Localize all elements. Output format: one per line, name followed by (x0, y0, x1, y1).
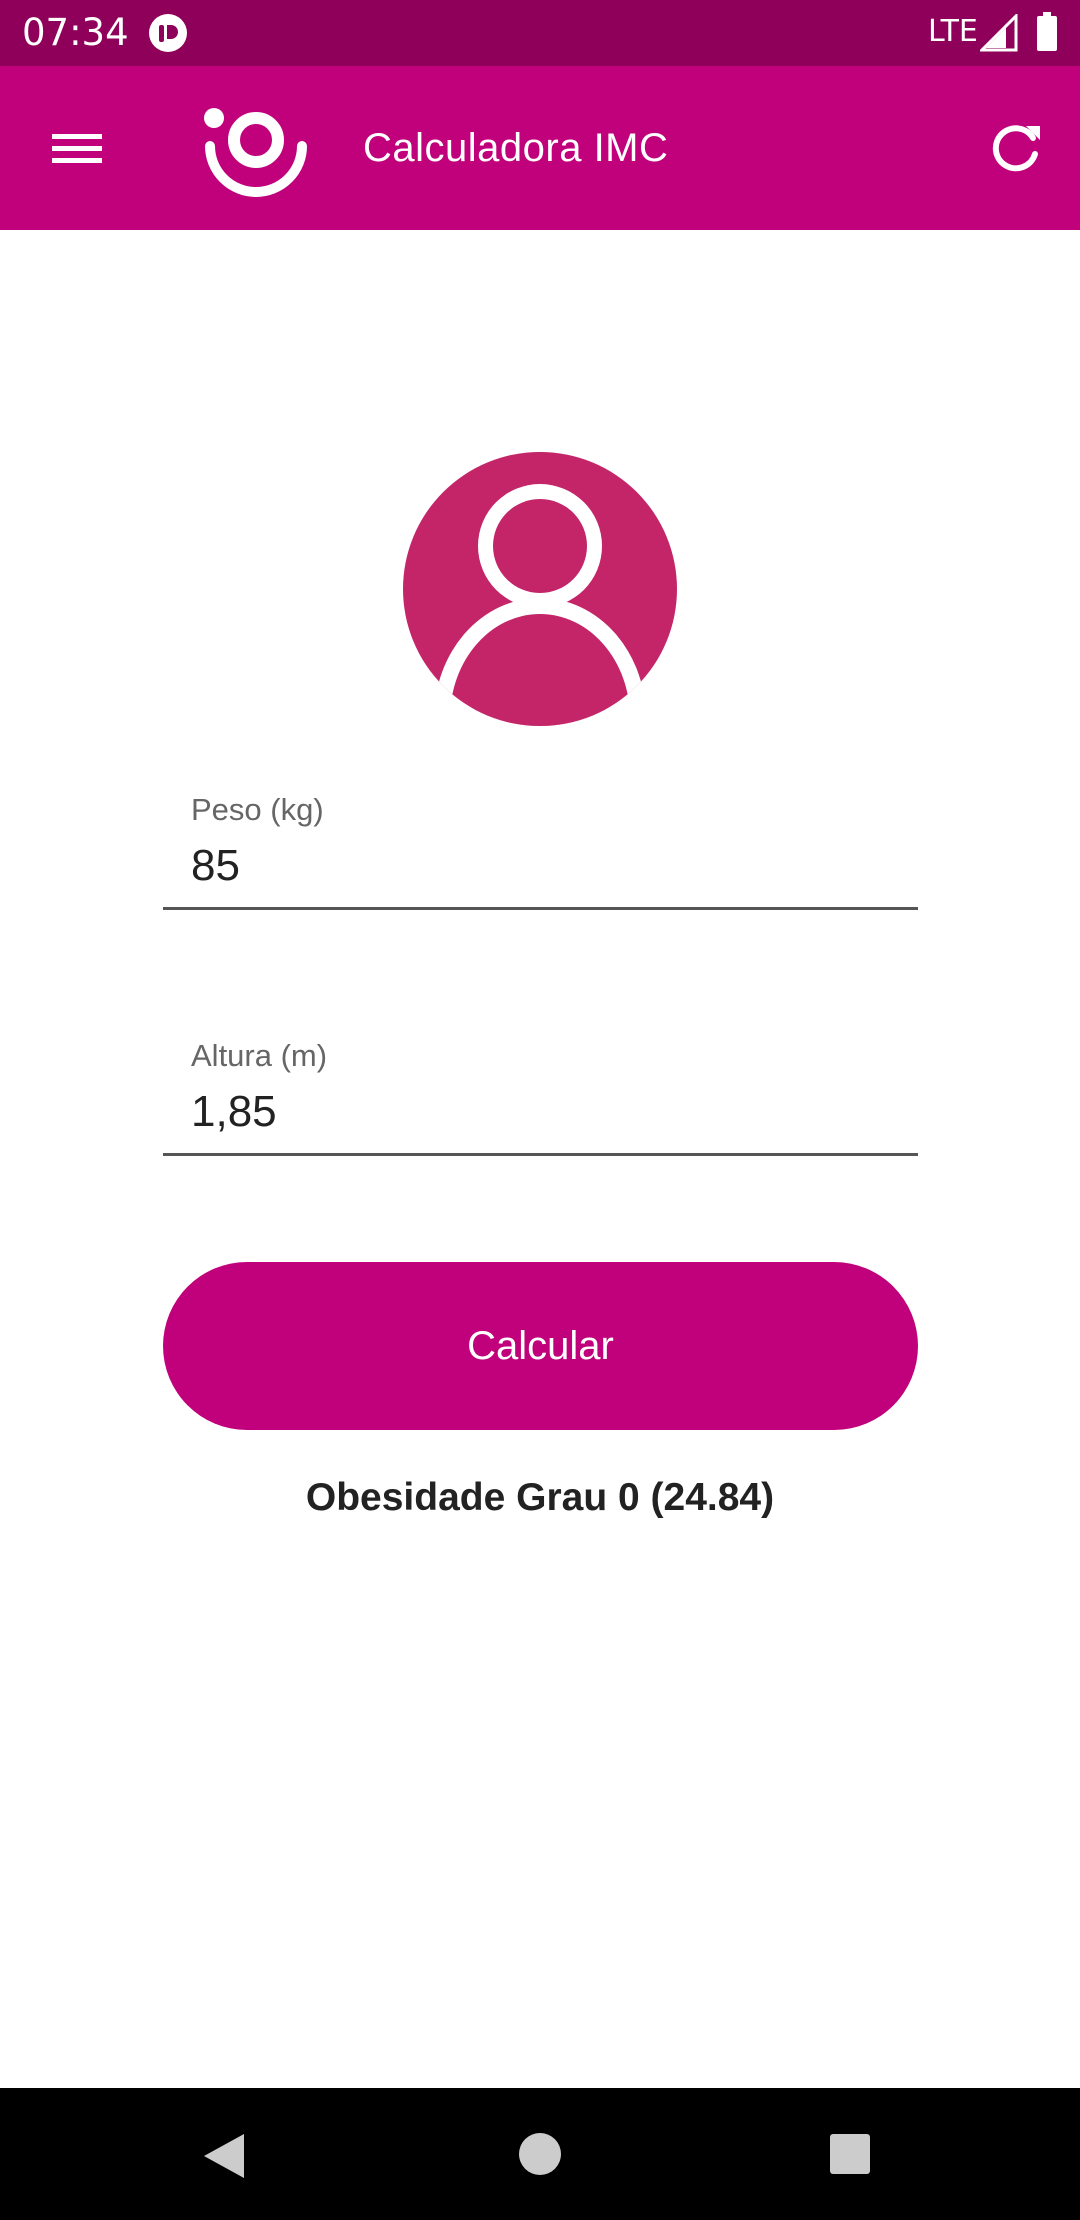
refresh-icon[interactable] (980, 114, 1050, 184)
weight-field: Peso (kg) (163, 790, 918, 910)
height-field: Altura (m) (163, 1036, 918, 1156)
weight-label: Peso (kg) (191, 792, 324, 827)
app-notification-icon (149, 14, 187, 52)
recents-icon[interactable] (830, 2134, 870, 2174)
home-icon[interactable] (518, 2132, 562, 2176)
app-logo (204, 108, 307, 197)
status-time: 07:34 (22, 11, 129, 54)
battery-icon (1037, 12, 1057, 51)
weight-input[interactable] (191, 836, 891, 896)
height-label: Altura (m) (191, 1038, 328, 1073)
network-type: LTE (928, 14, 978, 49)
calculate-button[interactable]: Calcular (163, 1262, 918, 1430)
height-input[interactable] (191, 1082, 891, 1142)
signal-icon (980, 14, 1018, 52)
app-title: Calculadora IMC (363, 126, 669, 170)
navigation-bar (0, 2088, 1080, 2220)
menu-icon[interactable] (36, 110, 116, 186)
bmi-result: Obesidade Grau 0 (24.84) (305, 1476, 775, 1519)
weight-underline (163, 907, 918, 910)
height-underline (163, 1153, 918, 1156)
user-avatar-icon (403, 452, 677, 726)
app-bar: Calculadora IMC (0, 66, 1080, 230)
back-icon[interactable] (200, 2132, 250, 2180)
status-bar: 07:34 LTE (0, 0, 1080, 66)
